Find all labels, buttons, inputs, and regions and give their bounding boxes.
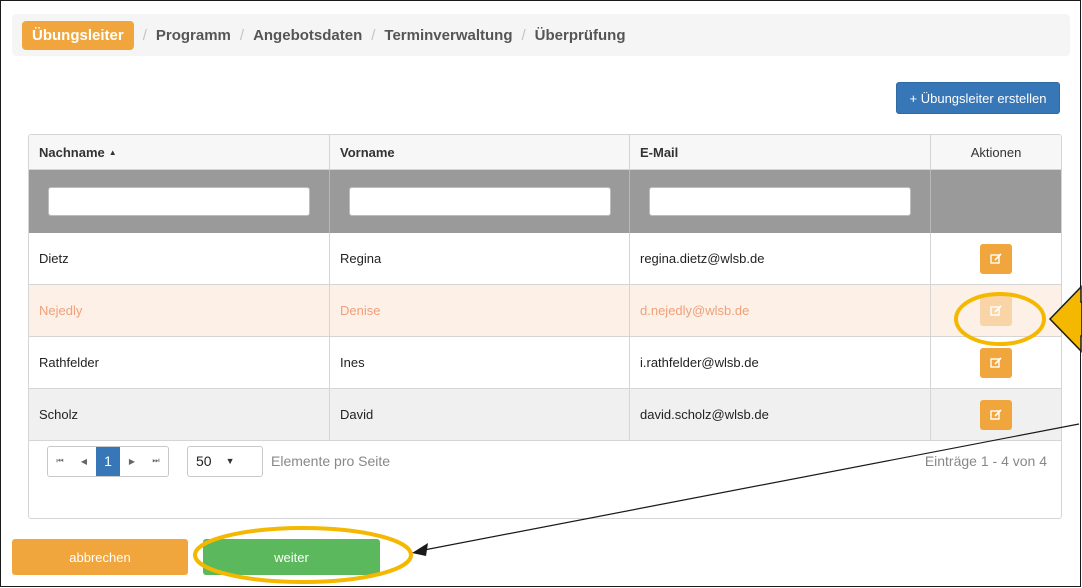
prev-page-icon[interactable]: ◀ — [72, 446, 96, 476]
edit-icon — [990, 356, 1002, 368]
step-uebungsleiter[interactable]: Übungsleiter — [22, 20, 134, 50]
cell-email: i.rathfelder@wlsb.de — [630, 337, 931, 388]
last-page-icon[interactable]: ⏭ — [144, 446, 168, 476]
edit-icon — [990, 408, 1002, 420]
trainer-grid: Nachname ▲ Vorname E-Mail Aktionen Dietz… — [28, 134, 1062, 519]
next-button[interactable]: weiter — [203, 539, 380, 575]
grid-filter-row — [29, 170, 1061, 233]
chevron-down-icon: ▼ — [225, 456, 235, 466]
table-row[interactable]: Rathfelder Ines i.rathfelder@wlsb.de — [29, 337, 1061, 389]
header-email[interactable]: E-Mail — [630, 135, 931, 169]
step-separator: / — [521, 26, 526, 44]
step-separator: / — [239, 26, 245, 44]
cell-nachname: Scholz — [29, 389, 330, 440]
cancel-button[interactable]: abbrechen — [12, 539, 188, 575]
header-nachname[interactable]: Nachname ▲ — [29, 135, 330, 169]
per-page-label: Elemente pro Seite — [271, 453, 391, 469]
step-terminverwaltung[interactable]: Terminverwaltung — [384, 27, 512, 44]
cell-email: david.scholz@wlsb.de — [630, 389, 931, 440]
grid-header: Nachname ▲ Vorname E-Mail Aktionen — [29, 135, 1061, 170]
edit-button[interactable] — [980, 399, 1012, 430]
edit-icon — [990, 304, 1002, 316]
cell-vorname: David — [330, 389, 630, 440]
filter-nachname-input[interactable] — [48, 187, 310, 216]
pager-buttons: ⏮ ◀ 1 ▶ ⏭ — [47, 445, 169, 477]
page-size-value: 50 — [196, 453, 212, 469]
table-row[interactable]: Scholz David david.scholz@wlsb.de — [29, 389, 1061, 441]
sort-ascending-icon: ▲ — [108, 147, 117, 157]
cell-vorname: Ines — [330, 337, 630, 388]
pager: ⏮ ◀ 1 ▶ ⏭ 50 ▼ Elemente pro Seite Einträ… — [47, 440, 1047, 482]
cell-vorname: Denise — [330, 285, 630, 336]
step-angebotsdaten[interactable]: Angebotsdaten — [253, 27, 362, 44]
table-row-selected[interactable]: Nejedly Denise d.nejedly@wlsb.de — [29, 285, 1061, 337]
step-ueberpruefung[interactable]: Überprüfung — [535, 27, 626, 44]
header-vorname[interactable]: Vorname — [330, 135, 630, 169]
edit-button[interactable] — [980, 347, 1012, 378]
cell-vorname: Regina — [330, 233, 630, 284]
edit-button[interactable] — [980, 243, 1012, 274]
filter-vorname-input[interactable] — [348, 187, 611, 216]
header-nachname-label: Nachname — [39, 144, 105, 160]
wizard-steps: Übungsleiter / Programm / Angebotsdaten … — [12, 14, 1070, 56]
edit-icon — [990, 252, 1002, 264]
create-uebungsleiter-button[interactable]: + Übungsleiter erstellen — [896, 82, 1060, 114]
entries-info: Einträge 1 - 4 von 4 — [924, 453, 1047, 469]
current-page-button[interactable]: 1 — [96, 446, 120, 476]
next-page-icon[interactable]: ▶ — [120, 446, 144, 476]
cell-email: d.nejedly@wlsb.de — [630, 285, 931, 336]
page-size-select[interactable]: 50 ▼ — [187, 445, 263, 477]
cell-nachname: Nejedly — [29, 285, 330, 336]
filter-email-input[interactable] — [649, 187, 911, 216]
header-aktionen: Aktionen — [970, 144, 1022, 160]
table-row[interactable]: Dietz Regina regina.dietz@wlsb.de — [29, 233, 1061, 285]
cell-email: regina.dietz@wlsb.de — [630, 233, 931, 284]
first-page-icon[interactable]: ⏮ — [48, 446, 72, 476]
cell-nachname: Rathfelder — [29, 337, 330, 388]
edit-button[interactable] — [980, 295, 1012, 326]
step-separator: / — [142, 26, 147, 44]
step-separator: / — [371, 26, 376, 44]
step-programm[interactable]: Programm — [156, 27, 231, 44]
cell-nachname: Dietz — [29, 233, 330, 284]
